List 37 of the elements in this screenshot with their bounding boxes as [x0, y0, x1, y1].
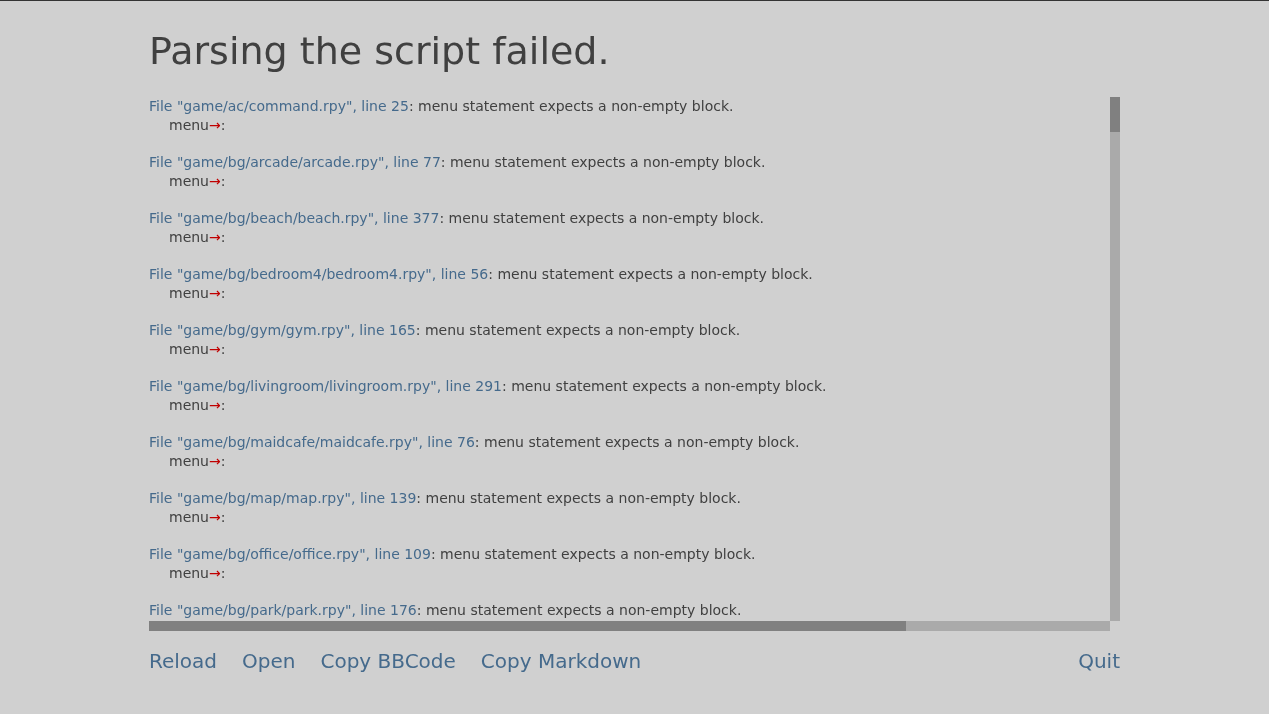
code-line: menu→: [168, 396, 226, 415]
file-link[interactable]: File "game/bg/map/map.rpy", line 139 [149, 490, 417, 506]
error-message: : menu statement expects a non-empty block. [415, 322, 741, 338]
action-button[interactable]: Copy Markdown [480, 648, 642, 674]
code-line: menu→: [168, 564, 226, 583]
code-line: menu→: [168, 340, 226, 359]
code-line: menu→: [168, 508, 226, 527]
error-message: : menu statement expects a non-empty block. [416, 490, 741, 506]
error-message: : menu statement expects a non-empty block. [474, 434, 800, 450]
file-link[interactable]: File "game/ac/command.rpy", line 25 [149, 98, 409, 114]
page-title: Parsing the script failed. [149, 28, 611, 75]
file-link[interactable]: File "game/bg/maidcafe/maidcafe.rpy", line 76 [149, 434, 475, 450]
file-link[interactable]: File "game/bg/livingroom/livingroom.rpy", line 291 [149, 378, 502, 394]
error-message: : menu statement expects a non-empty block. [408, 98, 734, 114]
file-link[interactable]: File "game/bg/arcade/arcade.rpy", line 77 [149, 154, 441, 170]
file-link[interactable]: File "game/bg/bedroom4/bedroom4.rpy", line 56 [149, 266, 489, 282]
error-message: : menu statement expects a non-empty block. [416, 602, 742, 618]
error-message: : menu statement expects a non-empty block. [502, 378, 827, 394]
code-line: menu→: [168, 116, 226, 135]
vertical-scrollbar[interactable] [1110, 97, 1120, 621]
code-line: menu→: [168, 284, 226, 303]
file-link[interactable]: File "game/bg/beach/beach.rpy", line 377 [149, 210, 440, 226]
code-line: menu→: [168, 452, 226, 471]
code-line: menu→: [168, 172, 226, 191]
error-message: : menu statement expects a non-empty block. [440, 154, 766, 170]
action-button[interactable]: Open [242, 648, 296, 674]
error-message: : menu statement expects a non-empty block. [430, 546, 756, 562]
file-link[interactable]: File "game/bg/office/office.rpy", line 109 [149, 546, 431, 562]
action-button[interactable]: Reload [149, 648, 218, 674]
file-link[interactable]: File "game/bg/gym/gym.rpy", line 165 [149, 322, 416, 338]
action-button[interactable]: Copy BBCode [320, 648, 456, 674]
quit-button[interactable]: Quit [1078, 648, 1120, 674]
code-line: menu→: [168, 228, 226, 247]
error-message: : menu statement expects a non-empty block. [439, 210, 764, 226]
horizontal-scrollbar[interactable] [149, 621, 1110, 631]
file-link[interactable]: File "game/bg/park/park.rpy", line 176 [149, 602, 417, 618]
error-message: : menu statement expects a non-empty block. [488, 266, 813, 282]
